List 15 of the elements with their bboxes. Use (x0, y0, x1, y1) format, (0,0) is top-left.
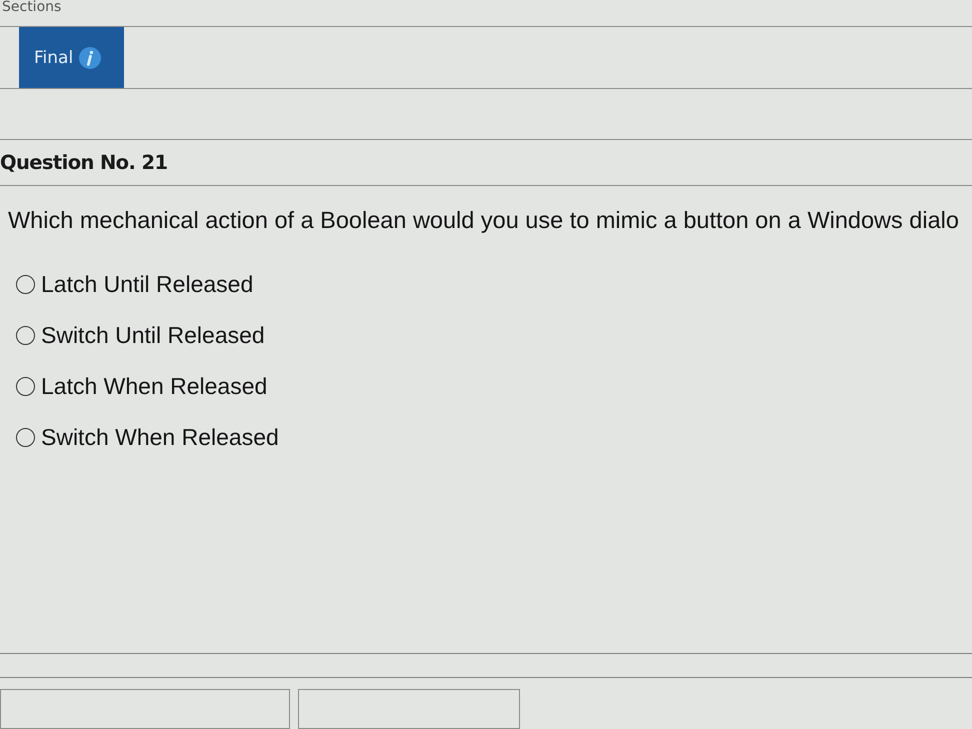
answer-option[interactable]: Latch Until Released (0, 259, 254, 310)
answer-option[interactable]: Switch When Released (0, 412, 279, 463)
radio-button[interactable] (16, 275, 35, 294)
radio-button[interactable] (16, 428, 35, 447)
button-frame[interactable] (0, 689, 290, 729)
radio-button[interactable] (16, 326, 35, 345)
radio-button[interactable] (16, 377, 35, 396)
question-text: Which mechanical action of a Boolean would you use to mimic a button on a Windows dialo (7, 207, 959, 233)
question-heading: Question No. 21 (0, 151, 168, 174)
answer-option[interactable]: Latch When Released (0, 361, 268, 412)
sections-label: Sections (1, 0, 62, 15)
section-tab[interactable]: Final (19, 27, 124, 88)
info-icon[interactable] (79, 46, 102, 68)
answer-option[interactable]: Switch Until Released (0, 310, 265, 361)
button-frame[interactable] (298, 689, 520, 729)
